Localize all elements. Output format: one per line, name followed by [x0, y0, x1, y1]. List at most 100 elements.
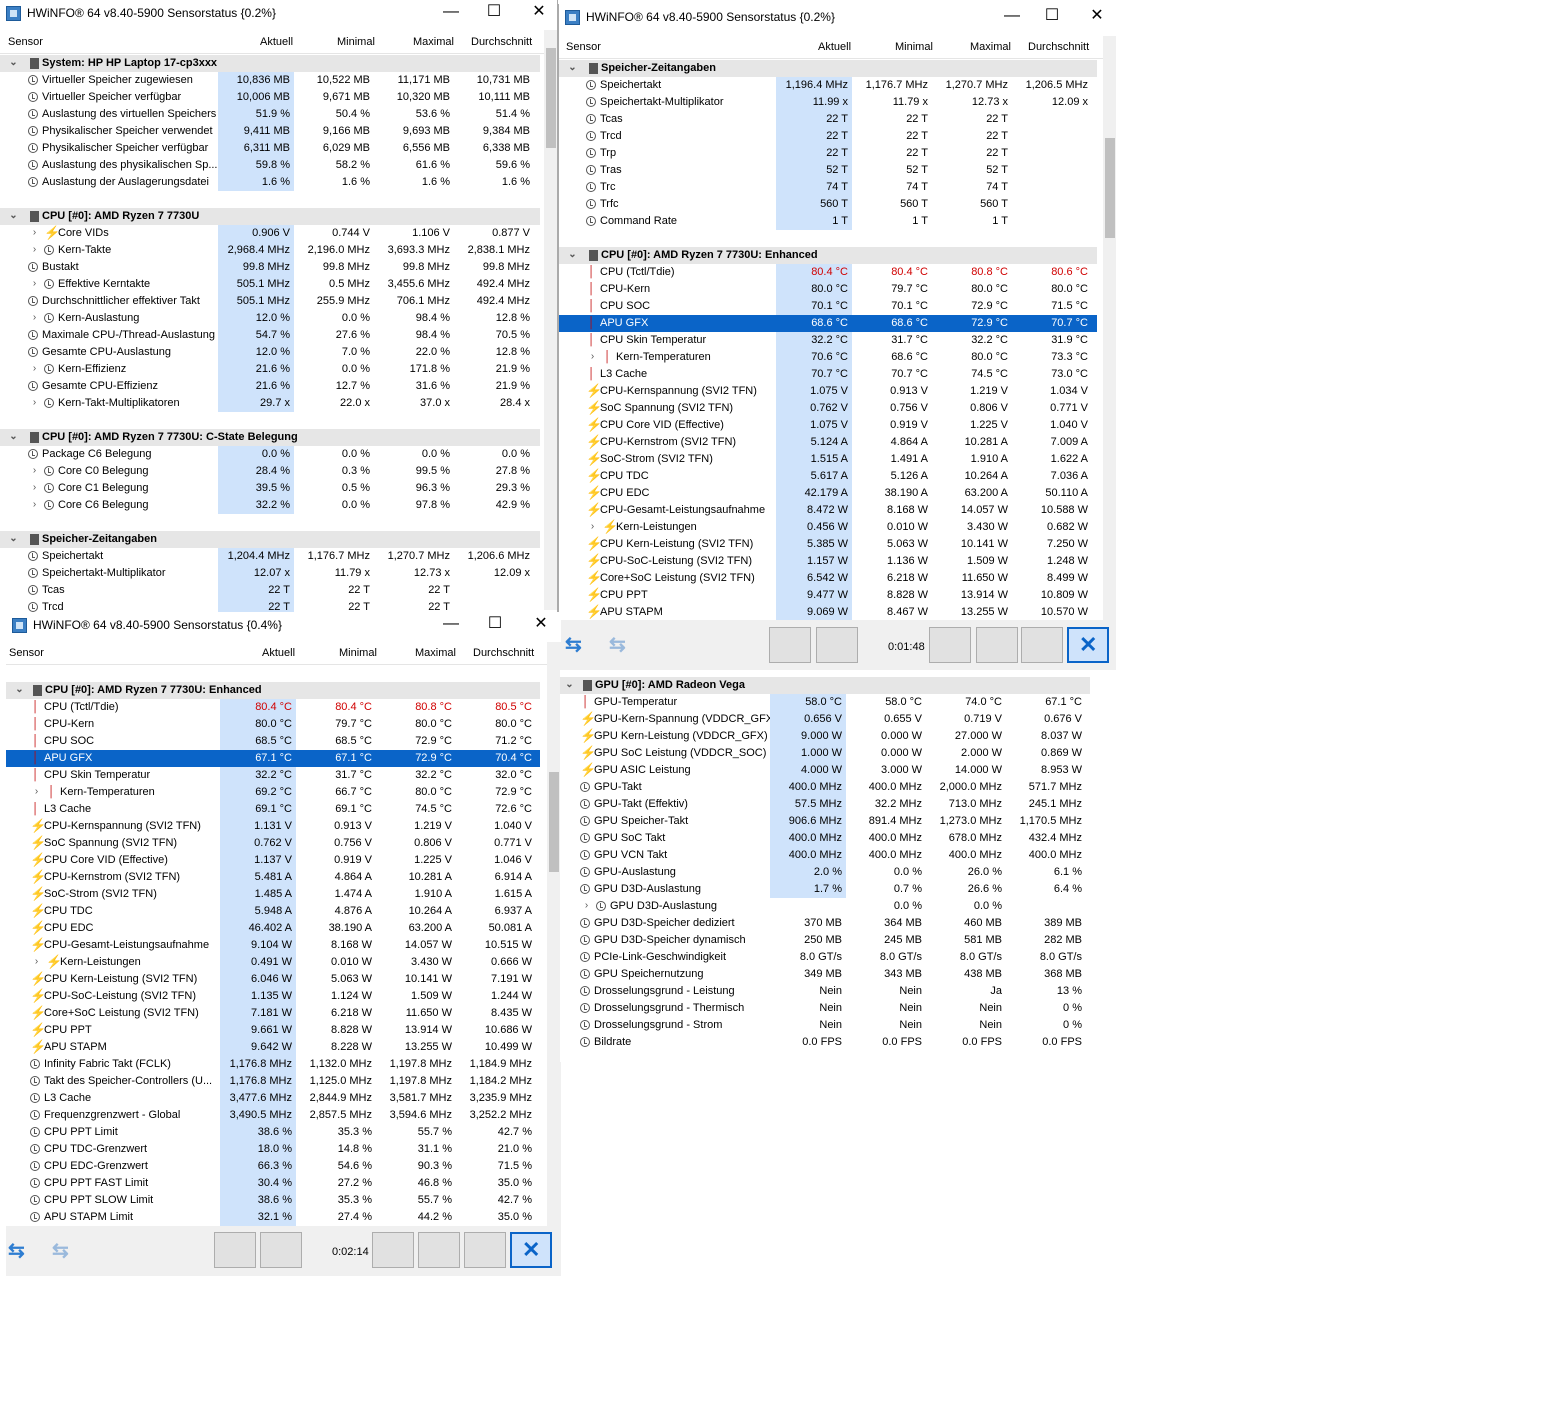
sensor-row[interactable]: Speichertakt 1,204.4 MHz 1,176.7 MHz 1,270.… [0, 548, 540, 565]
title-bar[interactable]: HWiNFO® 64 v8.40-5900 Sensorstatus {0.4%… [6, 612, 561, 638]
sensor-row[interactable]: ⚡ CPU-Gesamt-Leistungsaufnahme 8.472 W 8.16… [559, 502, 1097, 519]
column-header[interactable]: Sensor Aktuell Minimal Maximal Durchschn… [559, 35, 1116, 59]
sensor-group-header[interactable]: ⌄ System: HP HP Laptop 17-cp3xxx [0, 55, 540, 72]
sensor-row[interactable]: › ⚡ Core VIDs 0.906 V 0.744 V 1.106 V 0.877 V [0, 225, 540, 242]
sensor-group-header[interactable]: ⌄ CPU [#0]: AMD Ryzen 7 7730U [0, 208, 540, 225]
sensor-row[interactable]: › ⚡ Kern-Leistungen 0.491 W 0.010 W 3.430 W 0.… [6, 954, 540, 971]
sensor-row[interactable]: Drosselungsgrund - Leistung Nein Nein Ja 13 … [560, 983, 1090, 1000]
sensor-row[interactable]: GPU-Takt (Effektiv) 57.5 MHz 32.2 MHz 713.0… [560, 796, 1090, 813]
collapse-chevron-icon[interactable]: ⌄ [14, 684, 25, 696]
sensor-row[interactable]: ⚡ CPU PPT 9.661 W 8.828 W 13.914 W 10.686 W [6, 1022, 540, 1039]
sensor-row[interactable]: │ CPU SOC 68.5 °C 68.5 °C 72.9 °C 71.2 °C [6, 733, 540, 750]
maximize-button[interactable]: ☐ [480, 615, 510, 635]
sensor-row[interactable]: ⚡ CPU EDC 46.402 A 38.190 A 63.200 A 50.081 A [6, 920, 540, 937]
sensor-row[interactable]: › Core C6 Belegung 32.2 % 0.0 % 97.8 % 42.9 % [0, 497, 540, 514]
expand-chevron-icon[interactable]: › [29, 499, 40, 511]
sensor-row[interactable]: ⚡ CPU Kern-Leistung (SVI2 TFN) 6.046 W 5.06… [6, 971, 540, 988]
sensor-row[interactable]: GPU SoC Takt 400.0 MHz 400.0 MHz 678.0 MHz 4… [560, 830, 1090, 847]
col-maximal[interactable]: Maximal [413, 36, 454, 48]
network-button[interactable] [214, 1232, 256, 1268]
sensor-row[interactable]: ⚡ CPU TDC 5.948 A 4.876 A 10.264 A 6.937 A [6, 903, 540, 920]
sensor-row[interactable]: ⚡ SoC Spannung (SVI2 TFN) 0.762 V 0.756 V 0.… [559, 400, 1097, 417]
collapse-chevron-icon[interactable]: ⌄ [8, 57, 19, 69]
sensor-row[interactable]: Drosselungsgrund - Thermisch Nein Nein Nein… [560, 1000, 1090, 1017]
sensor-row[interactable]: ⚡ Core+SoC Leistung (SVI2 TFN) 6.542 W 6.21… [559, 570, 1097, 587]
sensor-row[interactable]: ⚡ CPU Core VID (Effective) 1.075 V 0.919 V 1… [559, 417, 1097, 434]
sensor-row[interactable]: Physikalischer Speicher verfügbar 6,311 M… [0, 140, 540, 157]
sensor-row[interactable]: │ L3 Cache 70.7 °C 70.7 °C 74.5 °C 73.0 °C [559, 366, 1097, 383]
vertical-scrollbar[interactable] [547, 642, 561, 1226]
sensor-row[interactable]: Package C6 Belegung 0.0 % 0.0 % 0.0 % 0.0 % [0, 446, 540, 463]
sensor-row[interactable]: CPU TDC-Grenzwert 18.0 % 14.8 % 31.1 % 21.0 … [6, 1141, 540, 1158]
sensor-row[interactable]: ⚡ SoC Spannung (SVI2 TFN) 0.762 V 0.756 V 0.… [6, 835, 540, 852]
expand-chevron-icon[interactable]: › [29, 227, 40, 239]
network-button[interactable] [769, 627, 811, 663]
expand-chevron-icon[interactable]: › [31, 786, 42, 798]
expand-chevron-icon[interactable]: › [29, 482, 40, 494]
expand-chevron-icon[interactable]: › [29, 278, 40, 290]
expand-chevron-icon[interactable]: › [581, 900, 592, 912]
nav-arrows-icon[interactable]: ⇆ [8, 1238, 25, 1263]
sensor-row[interactable]: ⚡ CPU-Gesamt-Leistungsaufnahme 9.104 W 8.16… [6, 937, 540, 954]
sensor-row[interactable]: ⚡ CPU Core VID (Effective) 1.137 V 0.919 V 1… [6, 852, 540, 869]
expand-chevron-icon[interactable]: › [587, 521, 598, 533]
expand-chevron-icon[interactable]: › [29, 312, 40, 324]
expand-chevron-icon[interactable]: › [31, 956, 42, 968]
sensor-row[interactable]: Auslastung der Auslagerungsdatei 1.6 % 1.6… [0, 174, 540, 191]
nav-arrows-disabled-icon[interactable]: ⇆ [52, 1238, 69, 1263]
sensor-row[interactable]: Tras 52 T 52 T 52 T [559, 162, 1097, 179]
expand-chevron-icon[interactable]: › [587, 351, 598, 363]
sensor-row[interactable]: │ CPU SOC 70.1 °C 70.1 °C 72.9 °C 71.5 °C [559, 298, 1097, 315]
sensor-row[interactable]: › Effektive Kerntakte 505.1 MHz 0.5 MHz 3,45… [0, 276, 540, 293]
sensor-row[interactable]: Physikalischer Speicher verwendet 9,411 M… [0, 123, 540, 140]
col-maximal[interactable]: Maximal [415, 647, 456, 659]
sensor-row[interactable]: › GPU D3D-Auslastung 0.0 % 0.0 % [560, 898, 1090, 915]
sensor-chip-button[interactable] [260, 1232, 302, 1268]
sensor-row[interactable]: Auslastung des physikalischen Sp... 59.8 … [0, 157, 540, 174]
sensor-row[interactable]: Gesamte CPU-Effizienz 21.6 % 12.7 % 31.6 % 2… [0, 378, 540, 395]
close-sensors-button[interactable]: ✕ [1067, 627, 1109, 663]
sensor-row[interactable]: Tcas 22 T 22 T 22 T [0, 582, 540, 599]
sensor-row[interactable]: Drosselungsgrund - Strom Nein Nein Nein 0 % [560, 1017, 1090, 1034]
sensor-row[interactable]: › Core C1 Belegung 39.5 % 0.5 % 96.3 % 29.3 % [0, 480, 540, 497]
sensor-row[interactable]: │ CPU Skin Temperatur 32.2 °C 31.7 °C 32.2 °… [6, 767, 540, 784]
sensor-row[interactable]: › │ Kern-Temperaturen 70.6 °C 68.6 °C 80.0 °C… [559, 349, 1097, 366]
col-aktuell[interactable]: Aktuell [262, 647, 295, 659]
col-sensor[interactable]: Sensor [8, 36, 43, 48]
sensor-group-header[interactable]: ⌄ GPU [#0]: AMD Radeon Vega [560, 677, 1090, 694]
sensor-row[interactable]: ⚡ CPU-Kernspannung (SVI2 TFN) 1.075 V 0.913… [559, 383, 1097, 400]
sensor-row[interactable]: GPU VCN Takt 400.0 MHz 400.0 MHz 400.0 MHz 4… [560, 847, 1090, 864]
maximize-button[interactable]: ☐ [1037, 7, 1067, 27]
sensor-row[interactable]: GPU-Auslastung 2.0 % 0.0 % 26.0 % 6.1 % [560, 864, 1090, 881]
sensor-row[interactable]: │ CPU Skin Temperatur 32.2 °C 31.7 °C 32.2 °… [559, 332, 1097, 349]
sensor-row[interactable]: Bildrate 0.0 FPS 0.0 FPS 0.0 FPS 0.0 FPS [560, 1034, 1090, 1051]
expand-chevron-icon[interactable]: › [29, 244, 40, 256]
sensor-row[interactable]: Trfc 560 T 560 T 560 T [559, 196, 1097, 213]
minimize-button[interactable]: — [436, 3, 466, 23]
sensor-row[interactable]: Command Rate 1 T 1 T 1 T [559, 213, 1097, 230]
col-maximal[interactable]: Maximal [970, 41, 1011, 53]
sensor-row[interactable]: ⚡ GPU ASIC Leistung 4.000 W 3.000 W 14.000 W… [560, 762, 1090, 779]
sensor-row[interactable]: › ⚡ Kern-Leistungen 0.456 W 0.010 W 3.430 W 0.… [559, 519, 1097, 536]
collapse-chevron-icon[interactable]: ⌄ [567, 62, 578, 74]
sensor-row[interactable]: Trcd 22 T 22 T 22 T [559, 128, 1097, 145]
col-aktuell[interactable]: Aktuell [818, 41, 851, 53]
collapse-chevron-icon[interactable]: ⌄ [567, 249, 578, 261]
sensor-row[interactable]: Tcas 22 T 22 T 22 T [559, 111, 1097, 128]
expand-chevron-icon[interactable]: › [29, 465, 40, 477]
col-durchschnitt[interactable]: Durchschnitt [471, 36, 532, 48]
sensor-row[interactable]: › Core C0 Belegung 28.4 % 0.3 % 99.5 % 27.8 % [0, 463, 540, 480]
sensor-row[interactable]: L3 Cache 3,477.6 MHz 2,844.9 MHz 3,581.7 MH… [6, 1090, 540, 1107]
sensor-row[interactable]: ⚡ GPU Kern-Leistung (VDDCR_GFX) 9.000 W 0.0… [560, 728, 1090, 745]
sensor-row[interactable]: Trc 74 T 74 T 74 T [559, 179, 1097, 196]
sensor-row[interactable]: GPU Speicher-Takt 906.6 MHz 891.4 MHz 1,273… [560, 813, 1090, 830]
sensor-row[interactable]: ⚡ CPU Kern-Leistung (SVI2 TFN) 5.385 W 5.06… [559, 536, 1097, 553]
settings-button[interactable] [464, 1232, 506, 1268]
close-button[interactable]: ✕ [1082, 7, 1112, 27]
sensor-row[interactable]: CPU PPT Limit 38.6 % 35.3 % 55.7 % 42.7 % [6, 1124, 540, 1141]
sensor-row[interactable]: Bustakt 99.8 MHz 99.8 MHz 99.8 MHz 99.8 MHz [0, 259, 540, 276]
sensor-row[interactable]: APU STAPM Limit 32.1 % 27.4 % 44.2 % 35.0 % [6, 1209, 540, 1226]
sensor-row[interactable]: Virtueller Speicher verfügbar 10,006 MB 9,… [0, 89, 540, 106]
sensor-row[interactable]: Gesamte CPU-Auslastung 12.0 % 7.0 % 22.0 % 1… [0, 344, 540, 361]
collapse-chevron-icon[interactable]: ⌄ [564, 679, 575, 691]
